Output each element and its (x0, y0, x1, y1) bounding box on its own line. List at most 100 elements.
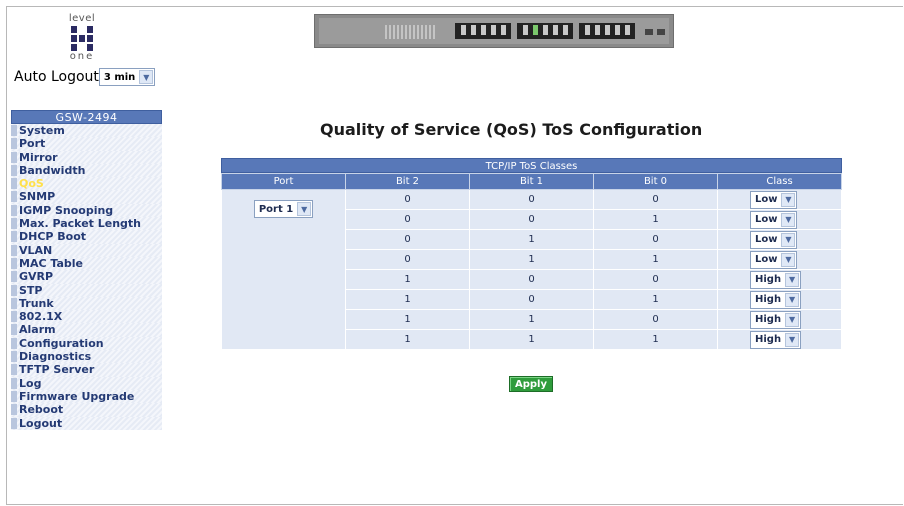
bit-2-cell: 1 (345, 329, 470, 350)
bit-0-cell: 0 (593, 189, 718, 210)
page-title: Quality of Service (QoS) ToS Configurati… (320, 120, 703, 139)
column-header: Bit 1 (469, 173, 594, 190)
port-select-value: Port 1 (258, 203, 294, 215)
sidebar-item-gvrp[interactable]: GVRP (11, 270, 162, 284)
port-cell: Port 1 ▼ (221, 189, 346, 350)
class-cell: Low ▼ (717, 249, 842, 270)
bit-0-cell: 1 (593, 249, 718, 270)
class-select-value: High (755, 314, 782, 325)
bit-2-cell: 0 (345, 229, 470, 250)
bit-2-cell: 1 (345, 289, 470, 310)
class-select[interactable]: Low ▼ (750, 190, 798, 209)
column-header: Port (221, 173, 346, 190)
bit-0-cell: 1 (593, 289, 718, 310)
bit-1-cell: 1 (469, 229, 594, 250)
class-select-value: Low (755, 254, 778, 265)
chevron-down-icon: ▼ (297, 202, 312, 216)
bit-1-cell: 0 (469, 209, 594, 230)
sidebar-item-mirror[interactable]: Mirror (11, 150, 162, 164)
sidebar-item-diagnostics[interactable]: Diagnostics (11, 350, 162, 364)
logo-top-text: level (68, 13, 96, 24)
sidebar-item-vlan[interactable]: VLAN (11, 243, 162, 257)
apply-button[interactable]: Apply (509, 376, 553, 392)
column-header: Class (717, 173, 842, 190)
sidebar-item-system[interactable]: System (11, 124, 162, 138)
bit-1-cell: 1 (469, 329, 594, 350)
bit-2-cell: 1 (345, 309, 470, 330)
class-select-value: Low (755, 214, 778, 225)
class-cell: High ▼ (717, 309, 842, 330)
auto-logout-label: Auto Logout (14, 69, 99, 85)
bit-2-cell: 0 (345, 189, 470, 210)
switch-device-image (314, 14, 674, 48)
sidebar-item-snmp[interactable]: SNMP (11, 190, 162, 204)
class-select-value: High (755, 274, 782, 285)
column-header: Bit 2 (345, 173, 470, 190)
chevron-down-icon: ▼ (781, 192, 796, 207)
chevron-down-icon: ▼ (785, 272, 800, 287)
sidebar: GSW-2494 System Port Mirror Bandwidth QoS SNM… (11, 110, 162, 430)
sidebar-item-log[interactable]: Log (11, 376, 162, 390)
bit-0-cell: 1 (593, 209, 718, 230)
tos-table: TCP/IP ToS Classes Port Bit 2 Bit 1 Bit 0 Cl… (221, 158, 842, 350)
sidebar-item-bandwidth[interactable]: Bandwidth (11, 163, 162, 178)
class-cell: Low ▼ (717, 189, 842, 210)
class-select[interactable]: High ▼ (750, 270, 802, 289)
sidebar-item-max-packet-length[interactable]: Max. Packet Length (11, 217, 162, 231)
bit-1-cell: 1 (469, 249, 594, 270)
class-select[interactable]: Low ▼ (750, 210, 798, 229)
class-select[interactable]: High ▼ (750, 310, 802, 329)
auto-logout-value: 3 min (103, 71, 136, 83)
sidebar-item-port[interactable]: Port (11, 137, 162, 151)
class-cell: High ▼ (717, 329, 842, 350)
column-header: Bit 0 (593, 173, 718, 190)
sidebar-item-igmp-snooping[interactable]: IGMP Snooping (11, 203, 162, 218)
class-cell: High ▼ (717, 289, 842, 310)
sidebar-item-configuration[interactable]: Configuration (11, 336, 162, 351)
sidebar-item-qos[interactable]: QoS (11, 177, 162, 191)
chevron-down-icon: ▼ (785, 292, 800, 307)
class-select[interactable]: Low ▼ (750, 250, 798, 269)
bit-1-cell: 0 (469, 289, 594, 310)
auto-logout-select[interactable]: 3 min ▼ (98, 68, 156, 86)
sidebar-header: GSW-2494 (11, 110, 162, 124)
port-select[interactable]: Port 1 ▼ (253, 200, 314, 218)
sidebar-item-802-1x[interactable]: 802.1X (11, 310, 162, 324)
bit-0-cell: 0 (593, 229, 718, 250)
sidebar-item-reboot[interactable]: Reboot (11, 403, 162, 417)
sidebar-item-tftp-server[interactable]: TFTP Server (11, 363, 162, 377)
class-select[interactable]: High ▼ (750, 330, 802, 349)
logo-mark-icon (71, 26, 93, 51)
auto-logout: Auto Logout 3 min ▼ (14, 68, 156, 86)
class-select[interactable]: Low ▼ (750, 230, 798, 249)
class-select-value: Low (755, 194, 778, 205)
table-row: Port 1 ▼ 0 0 0 Low ▼ (221, 189, 842, 350)
level-one-logo: level one (62, 14, 102, 64)
sidebar-item-mac-table[interactable]: MAC Table (11, 256, 162, 271)
logo-bottom-text: one (69, 51, 95, 62)
sidebar-item-alarm[interactable]: Alarm (11, 323, 162, 337)
sidebar-item-firmware-upgrade[interactable]: Firmware Upgrade (11, 389, 162, 404)
bit-0-cell: 0 (593, 309, 718, 330)
bit-2-cell: 0 (345, 249, 470, 270)
bit-1-cell: 1 (469, 309, 594, 330)
bit-1-cell: 0 (469, 269, 594, 290)
bit-0-cell: 0 (593, 269, 718, 290)
bit-1-cell: 0 (469, 189, 594, 210)
chevron-down-icon: ▼ (781, 232, 796, 247)
table-caption: TCP/IP ToS Classes (221, 158, 842, 173)
bit-2-cell: 0 (345, 209, 470, 230)
chevron-down-icon: ▼ (139, 70, 154, 84)
chevron-down-icon: ▼ (781, 212, 796, 227)
chevron-down-icon: ▼ (781, 252, 796, 267)
class-select-value: Low (755, 234, 778, 245)
sidebar-item-logout[interactable]: Logout (11, 416, 162, 430)
class-select[interactable]: High ▼ (750, 290, 802, 309)
chevron-down-icon: ▼ (785, 332, 800, 347)
sidebar-item-trunk[interactable]: Trunk (11, 296, 162, 311)
sidebar-item-dhcp-boot[interactable]: DHCP Boot (11, 230, 162, 244)
chevron-down-icon: ▼ (785, 312, 800, 327)
sidebar-item-stp[interactable]: STP (11, 283, 162, 297)
class-select-value: High (755, 334, 782, 345)
class-cell: Low ▼ (717, 209, 842, 230)
